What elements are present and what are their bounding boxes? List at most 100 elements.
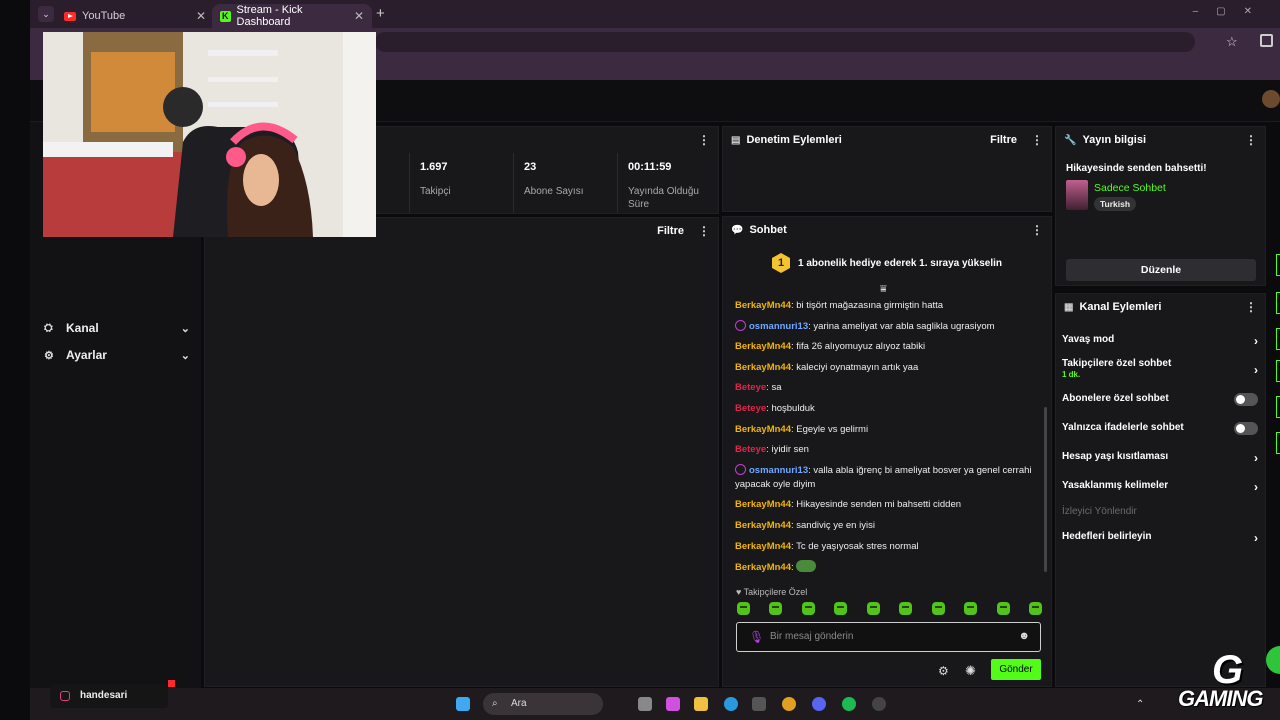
microphone-icon[interactable]: 🎙 [749, 630, 764, 644]
chat-scrollbar[interactable] [1044, 407, 1047, 572]
emote-button[interactable] [801, 602, 815, 615]
chat-message-text: iyidir sen [771, 444, 809, 456]
sidebar-item-ayarlar[interactable]: ⚙ Ayarlar ⌄ [44, 345, 190, 365]
chat-message-text: Tc de yaşıyosak stres normal [796, 540, 919, 552]
emote-button[interactable] [899, 602, 913, 615]
tray-chevron-icon[interactable]: ⌃ [1136, 699, 1148, 710]
stream-info-panel: 🔧 Yayın bilgisi ⋮ Hikayesinde senden bah… [1055, 126, 1266, 286]
chat-username[interactable]: BerkayMn44 [735, 541, 791, 552]
chat-input[interactable]: 🎙 Bir mesaj gönderin ☻ [736, 622, 1041, 652]
edge-widget[interactable] [1276, 254, 1280, 276]
emote-button[interactable] [769, 602, 783, 615]
copilot-icon[interactable] [666, 697, 680, 711]
url-field[interactable] [375, 32, 1195, 52]
chrome-icon[interactable] [782, 697, 796, 711]
app-icon[interactable] [872, 697, 886, 711]
filter-button[interactable]: Filtre [657, 225, 684, 237]
edge-widget[interactable] [1276, 432, 1280, 454]
chat-message-text: fifa 26 alıyomuyuz alıyoz tabiki [796, 341, 926, 353]
task-view-icon[interactable] [638, 697, 652, 711]
collapse-pinned-icon[interactable]: ⩸ [880, 283, 887, 296]
emote-button[interactable] [737, 602, 750, 615]
action-followers-only[interactable]: Takipçilere özel sohbet 1 dk. › [1062, 358, 1258, 379]
chat-username[interactable]: BerkayMn44 [735, 341, 791, 352]
followers-only-label: ♥ Takipçilere Özel [736, 587, 808, 597]
action-label: Abonelere özel sohbet [1062, 393, 1169, 404]
emoji-picker-icon[interactable]: ☻ [1018, 630, 1030, 642]
action-emote-only[interactable]: Yalnızca ifadelerle sohbet [1062, 422, 1258, 435]
new-tab-button[interactable]: + [376, 5, 385, 22]
stat-value: 00:11:59 [628, 161, 672, 173]
action-set-goals[interactable]: Hedefleri belirleyin › [1062, 531, 1258, 545]
action-banned-words[interactable]: Yasaklanmış kelimeler › [1062, 480, 1258, 494]
chat-username[interactable]: BerkayMn44 [735, 362, 791, 373]
chat-username[interactable]: BerkayMn44 [735, 300, 791, 311]
emote-button[interactable] [996, 602, 1010, 615]
channel-actions-panel: ▦ Kanal Eylemleri ⋮ Yavaş mod › Takipçil… [1055, 293, 1266, 687]
chevron-right-icon: › [1254, 451, 1258, 465]
edge-widget[interactable] [1276, 396, 1280, 418]
action-account-age[interactable]: Hesap yaşı kısıtlaması › [1062, 451, 1258, 465]
taskbar-search[interactable]: ⌕ Ara [483, 693, 603, 715]
chat-username[interactable]: BerkayMn44 [735, 424, 791, 435]
close-tab-icon[interactable]: ✕ [196, 9, 206, 23]
more-options-icon[interactable]: ⋮ [1031, 223, 1043, 237]
chat-username[interactable]: Beteye [735, 382, 766, 393]
window-controls[interactable]: –▢✕ [1193, 6, 1270, 17]
windows-start-icon[interactable] [456, 697, 470, 711]
emote-button[interactable] [834, 602, 848, 615]
chat-username[interactable]: Beteye [735, 444, 766, 455]
edit-button[interactable]: Düzenle [1066, 259, 1256, 281]
edge-icon[interactable] [724, 697, 738, 711]
browser-tab-strip: ⌄ YouTube ✕ K Stream - Kick Dashboard ✕ … [30, 0, 1280, 28]
more-options-icon[interactable]: ⋮ [1245, 133, 1257, 147]
chat-message: BerkayMn44: Egeyle vs gelirmi [735, 423, 1040, 437]
chat-settings-icon[interactable]: ⚙ [938, 664, 949, 678]
user-avatar[interactable] [1262, 90, 1280, 108]
extensions-icon[interactable] [1260, 34, 1273, 47]
emote-only-toggle[interactable] [1234, 422, 1258, 435]
action-subscribers-only[interactable]: Abonelere özel sohbet [1062, 393, 1258, 406]
action-raid: İzleyici Yönlendir [1062, 506, 1258, 517]
discord-icon[interactable] [812, 697, 826, 711]
action-slow-mode[interactable]: Yavaş mod › [1062, 334, 1258, 348]
chat-emote-icon [796, 560, 817, 573]
emote-menu-icon[interactable]: ✺ [965, 663, 976, 679]
sidebar-item-kanal[interactable]: ⛭ Kanal ⌄ [44, 318, 190, 338]
chat-username[interactable]: BerkayMn44 [735, 520, 791, 531]
chat-message: BerkayMn44: [735, 560, 1040, 575]
subscribers-only-toggle[interactable] [1234, 393, 1258, 406]
tab-youtube[interactable]: YouTube ✕ [56, 4, 214, 28]
emote-button[interactable] [931, 602, 945, 615]
emote-button[interactable] [866, 602, 880, 615]
filter-button[interactable]: Filtre [990, 134, 1017, 146]
close-tab-icon[interactable]: ✕ [354, 9, 364, 23]
more-options-icon[interactable]: ⋮ [698, 133, 710, 147]
more-options-icon[interactable]: ⋮ [1245, 300, 1257, 314]
chat-username[interactable]: osmannuri13 [749, 321, 808, 332]
file-explorer-icon[interactable] [694, 697, 708, 711]
more-options-icon[interactable]: ⋮ [1031, 133, 1043, 147]
chat-username[interactable]: BerkayMn44 [735, 499, 791, 510]
more-options-icon[interactable]: ⋮ [698, 224, 710, 238]
chat-username[interactable]: osmannuri13 [749, 465, 808, 476]
tab-kick-dashboard[interactable]: K Stream - Kick Dashboard ✕ [212, 4, 372, 28]
edge-widget[interactable] [1276, 292, 1280, 314]
edge-widget[interactable] [1276, 360, 1280, 382]
chevron-right-icon: › [1254, 363, 1258, 377]
chat-username[interactable]: Beteye [735, 403, 766, 414]
stat-label: Takipçi [420, 186, 451, 197]
webcam-overlay [43, 32, 376, 237]
panel-title: Yayın bilgisi [1082, 134, 1147, 146]
store-icon[interactable] [752, 697, 766, 711]
bookmark-star-icon[interactable]: ☆ [1226, 34, 1238, 50]
spotify-icon[interactable] [842, 697, 856, 711]
chat-username[interactable]: BerkayMn44 [735, 562, 791, 573]
emote-button[interactable] [964, 602, 978, 615]
edge-widget[interactable] [1276, 328, 1280, 350]
emote-button[interactable] [1028, 602, 1042, 615]
send-button[interactable]: Gönder [991, 659, 1041, 680]
stream-category[interactable]: Sadece Sohbet [1094, 182, 1166, 194]
gift-leaderboard-banner[interactable]: 1 1 abonelik hediye ederek 1. sıraya yük… [731, 247, 1043, 279]
tab-search-button[interactable]: ⌄ [38, 6, 54, 22]
